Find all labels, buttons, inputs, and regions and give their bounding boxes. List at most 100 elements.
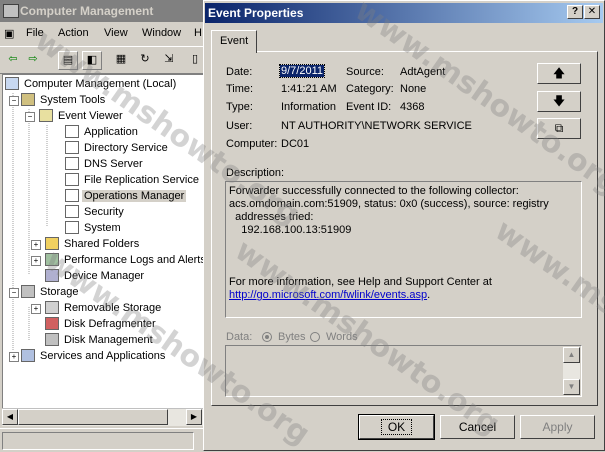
computer-icon [5,77,19,90]
category-value[interactable]: None [400,83,426,95]
status-section [2,432,194,450]
tree-node-file-replication-service[interactable]: File Replication Service [65,173,201,189]
perf-icon [45,253,59,266]
help-center-link[interactable]: http://go.microsoft.com/fwlink/events.as… [229,289,427,301]
type-value[interactable]: Information [281,101,336,113]
copy-event-button[interactable]: ⧉ [537,118,581,139]
tree-node-storage[interactable]: Storage [21,285,81,301]
user-value[interactable]: NT AUTHORITY\NETWORK SERVICE [281,120,472,132]
time-value[interactable]: 1:41:21 AM [281,83,337,95]
menu-view[interactable]: View [104,27,128,39]
expand-services-applications[interactable]: + [9,352,19,362]
tree-node-performance-logs[interactable]: Performance Logs and Alerts [45,253,204,269]
apply-button[interactable]: Apply [520,415,595,439]
collapse-event-viewer[interactable]: − [25,112,35,122]
computer-management-icon [3,4,19,18]
scroll-thumb[interactable] [18,409,168,425]
description-line-2: acs.omdomain.com:51909, status: 0x0 (suc… [229,198,549,210]
console-tree[interactable]: Computer Management (Local) − System Too… [2,74,205,410]
tree-node-security[interactable]: Security [65,205,126,221]
scroll-up-icon[interactable]: ▲ [563,347,580,363]
data-vertical-scrollbar[interactable]: ▲ ▼ [563,347,580,395]
source-label: Source: [346,66,384,78]
event-id-value[interactable]: 4368 [400,101,424,113]
expand-removable-storage[interactable]: + [31,304,41,314]
tree-node-disk-defragmenter[interactable]: Disk Defragmenter [45,317,158,333]
show-hide-tree-icon[interactable]: ◧ [82,51,102,70]
scroll-right-icon[interactable]: ▶ [186,409,202,425]
bytes-radio[interactable] [262,332,272,342]
log-icon [65,141,79,154]
tree-node-disk-management[interactable]: Disk Management [45,333,155,349]
previous-event-button[interactable]: 🡅 [537,63,581,84]
tree-node-computer-management[interactable]: Computer Management (Local) [5,77,178,93]
tree-node-application[interactable]: Application [65,125,140,141]
menu-help[interactable]: H [194,27,202,39]
bg-window-title: Computer Management [20,4,154,18]
computer-label: Computer: [226,138,278,150]
refresh-icon[interactable]: ↻ [136,51,154,68]
tree-node-system-tools[interactable]: System Tools [21,93,107,109]
tools-icon [21,93,35,106]
tree-node-directory-service[interactable]: Directory Service [65,141,170,157]
menu-window[interactable]: Window [142,27,181,39]
description-label: Description: [226,167,285,179]
description-line-1: Forwarder successfully connected to the … [229,185,519,197]
tree-node-dns-server[interactable]: DNS Server [65,157,145,173]
date-value[interactable]: 9/7/2011 [278,64,326,78]
tree-node-operations-manager[interactable]: Operations Manager [65,189,187,205]
event-viewer-icon [39,109,53,122]
description-line-5: For more information, see Help and Suppo… [229,276,492,288]
ok-button[interactable]: OK [358,414,435,440]
log-icon [65,189,79,202]
bg-window-titlebar[interactable]: Computer Management [0,0,210,22]
user-label: User: [226,120,253,132]
data-label: Data: [226,331,253,343]
expand-shared-folders[interactable]: + [31,240,41,250]
category-label: Category: [346,83,394,95]
source-value[interactable]: AdtAgent [400,66,445,78]
tree-horizontal-scrollbar[interactable]: ◀ ▶ [2,408,203,426]
next-event-button[interactable]: 🡇 [537,91,581,112]
up-folder-icon[interactable]: ▤ [58,51,78,70]
expand-performance-logs[interactable]: + [31,256,41,266]
log-icon [65,125,79,138]
down-arrow-icon: 🡇 [552,94,566,108]
words-radio[interactable] [310,332,320,342]
forward-arrow-icon[interactable]: ⇨ [24,51,42,68]
computer-value[interactable]: DC01 [281,138,309,150]
tree-node-event-viewer[interactable]: Event Viewer [39,109,125,125]
collapse-system-tools[interactable]: − [9,96,19,106]
tree-node-system[interactable]: System [65,221,123,237]
scroll-left-icon[interactable]: ◀ [2,409,18,425]
time-label: Time: [226,83,254,95]
tree-node-services-applications[interactable]: Services and Applications [21,349,167,365]
back-arrow-icon[interactable]: ⇦ [4,51,22,68]
removable-icon [45,301,59,314]
log-icon [65,173,79,186]
tree-node-device-manager[interactable]: Device Manager [45,269,146,285]
dialog-titlebar[interactable]: Event Properties ? ✕ [205,3,603,23]
description-textbox[interactable]: Forwarder successfully connected to the … [225,181,582,318]
menu-action[interactable]: Action [58,27,89,39]
export-icon[interactable]: ⇲ [160,51,178,68]
status-bar [0,428,210,452]
tab-event[interactable]: Event [211,30,257,53]
help-question-icon[interactable]: ? [567,5,583,19]
link-suffix: . [427,289,431,301]
menu-file[interactable]: File [26,27,44,39]
copy-icon: ⧉ [554,121,564,135]
device-icon [45,269,59,282]
close-icon[interactable]: ✕ [584,5,600,19]
folder-icon [45,237,59,250]
help-icon[interactable]: ▯ [186,51,204,68]
cancel-button[interactable]: Cancel [440,415,515,439]
bytes-label: Bytes [278,331,306,343]
date-label: Date: [226,66,253,78]
tree-node-removable-storage[interactable]: Removable Storage [45,301,163,317]
scroll-down-icon[interactable]: ▼ [563,379,580,395]
collapse-storage[interactable]: − [9,288,19,298]
data-textbox[interactable] [225,345,582,397]
properties-icon[interactable]: ▦ [112,51,130,68]
tree-node-shared-folders[interactable]: Shared Folders [45,237,141,253]
